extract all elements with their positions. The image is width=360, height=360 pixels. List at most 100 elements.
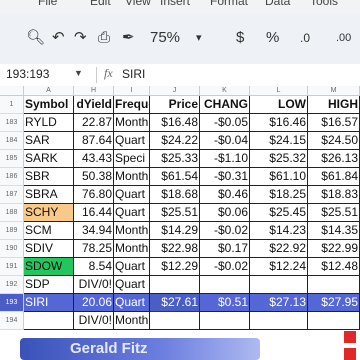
table-cell[interactable]: 87.64 xyxy=(74,132,114,150)
redo-icon[interactable]: ↷ xyxy=(74,28,87,48)
column-header-h[interactable]: H xyxy=(74,86,114,96)
row-header[interactable]: 193 xyxy=(0,294,24,312)
table-cell[interactable]: Month xyxy=(114,240,150,258)
table-cell[interactable]: $18.25 xyxy=(250,186,308,204)
column-title-cell[interactable]: Freque xyxy=(114,96,150,114)
table-cell[interactable]: -$0.05 xyxy=(200,114,250,132)
table-cell[interactable]: $14.29 xyxy=(150,222,200,240)
table-cell[interactable]: Quart xyxy=(114,258,150,276)
table-cell[interactable]: Quart xyxy=(114,132,150,150)
table-cell[interactable]: $27.61 xyxy=(150,294,200,312)
table-cell[interactable] xyxy=(200,276,250,294)
row-header[interactable]: 192 xyxy=(0,276,24,294)
table-cell[interactable]: SAR xyxy=(24,132,74,150)
row-header[interactable]: 189 xyxy=(0,222,24,240)
table-cell[interactable] xyxy=(250,276,308,294)
chevron-down-icon[interactable]: ▼ xyxy=(74,68,83,78)
table-cell[interactable]: 34.94 xyxy=(74,222,114,240)
row-header[interactable]: 191 xyxy=(0,258,24,276)
table-cell[interactable]: $27.95 xyxy=(308,294,360,312)
table-cell[interactable]: DIV/0! xyxy=(74,312,114,330)
print-icon[interactable]: ⎙ xyxy=(98,28,110,48)
table-cell[interactable]: $61.10 xyxy=(250,168,308,186)
spreadsheet-grid[interactable]: A H I J K L M 1SymboldYieldFrequePriceCH… xyxy=(0,86,360,360)
menu-insert[interactable]: Insert xyxy=(160,0,190,8)
table-cell[interactable]: SBRA xyxy=(24,186,74,204)
table-cell[interactable]: RYLD xyxy=(24,114,74,132)
table-cell[interactable]: $25.45 xyxy=(250,204,308,222)
column-title-cell[interactable]: CHANG xyxy=(200,96,250,114)
table-cell[interactable]: $61.84 xyxy=(308,168,360,186)
table-cell[interactable]: $25.51 xyxy=(150,204,200,222)
menu-format[interactable]: Format xyxy=(210,0,248,8)
table-cell[interactable]: -$1.10 xyxy=(200,150,250,168)
table-cell[interactable]: -$0.02 xyxy=(200,258,250,276)
column-header-a[interactable]: A xyxy=(24,86,74,96)
column-header-i[interactable]: I xyxy=(114,86,150,96)
table-cell[interactable]: Quart xyxy=(114,204,150,222)
table-cell[interactable]: $27.13 xyxy=(250,294,308,312)
table-cell[interactable]: SARK xyxy=(24,150,74,168)
row-header[interactable]: 185 xyxy=(0,150,24,168)
table-cell[interactable]: $12.24 xyxy=(250,258,308,276)
table-cell[interactable]: Quart xyxy=(114,276,150,294)
table-cell[interactable]: SIRI xyxy=(24,294,74,312)
table-cell[interactable]: 8.54 xyxy=(74,258,114,276)
currency-button[interactable]: $ xyxy=(236,28,244,48)
table-cell[interactable] xyxy=(200,312,250,330)
table-cell[interactable]: $18.83 xyxy=(308,186,360,204)
table-cell[interactable]: SDIV xyxy=(24,240,74,258)
table-cell[interactable]: $0.17 xyxy=(200,240,250,258)
table-cell[interactable] xyxy=(150,276,200,294)
increase-decimal-button[interactable]: .00 xyxy=(336,28,351,48)
table-cell[interactable]: $25.32 xyxy=(250,150,308,168)
table-cell[interactable]: $22.99 xyxy=(308,240,360,258)
menu-edit[interactable]: Edit xyxy=(90,0,111,8)
row-header[interactable]: 184 xyxy=(0,132,24,150)
column-title-cell[interactable]: LOW xyxy=(250,96,308,114)
table-cell[interactable]: 20.06 xyxy=(74,294,114,312)
table-cell[interactable]: $14.35 xyxy=(308,222,360,240)
table-cell[interactable]: Month xyxy=(114,312,150,330)
row-header[interactable]: 1 xyxy=(0,96,24,114)
table-cell[interactable]: 76.80 xyxy=(74,186,114,204)
table-cell[interactable]: $0.46 xyxy=(200,186,250,204)
column-title-cell[interactable]: Symbol xyxy=(24,96,74,114)
table-cell[interactable]: Month xyxy=(114,222,150,240)
table-cell[interactable] xyxy=(308,312,360,330)
table-cell[interactable]: Speci xyxy=(114,150,150,168)
table-cell[interactable]: Month xyxy=(114,114,150,132)
row-header[interactable]: 183 xyxy=(0,114,24,132)
row-header[interactable]: 187 xyxy=(0,186,24,204)
table-cell[interactable] xyxy=(250,312,308,330)
table-cell[interactable]: $24.50 xyxy=(308,132,360,150)
table-cell[interactable]: 22.87 xyxy=(74,114,114,132)
table-cell[interactable] xyxy=(24,312,74,330)
table-cell[interactable]: -$0.02 xyxy=(200,222,250,240)
zoom-select[interactable]: 75% xyxy=(150,28,180,48)
table-cell[interactable]: $0.51 xyxy=(200,294,250,312)
row-header[interactable]: 186 xyxy=(0,168,24,186)
column-header-k[interactable]: K xyxy=(200,86,250,96)
decrease-decimal-button[interactable]: .0 xyxy=(300,28,310,48)
table-cell[interactable]: SDOW xyxy=(24,258,74,276)
table-cell[interactable]: $12.29 xyxy=(150,258,200,276)
table-cell[interactable]: -$0.31 xyxy=(200,168,250,186)
row-header[interactable]: 190 xyxy=(0,240,24,258)
zoom-dropdown-icon[interactable]: ▾ xyxy=(196,28,202,48)
table-cell[interactable]: $0.06 xyxy=(200,204,250,222)
formula-input[interactable]: SIRI xyxy=(122,67,145,81)
table-cell[interactable]: $22.98 xyxy=(150,240,200,258)
table-cell[interactable] xyxy=(150,312,200,330)
column-header-j[interactable]: J xyxy=(150,86,200,96)
search-icon[interactable]: 🔍︎ xyxy=(26,28,45,48)
table-cell[interactable]: SCM xyxy=(24,222,74,240)
column-header-l[interactable]: L xyxy=(250,86,308,96)
table-cell[interactable]: Month xyxy=(114,168,150,186)
undo-icon[interactable]: ↶ xyxy=(52,28,65,48)
table-cell[interactable]: $22.92 xyxy=(250,240,308,258)
table-cell[interactable]: SBR xyxy=(24,168,74,186)
table-cell[interactable]: 16.44 xyxy=(74,204,114,222)
corner-header[interactable] xyxy=(0,86,24,96)
table-cell[interactable] xyxy=(308,276,360,294)
